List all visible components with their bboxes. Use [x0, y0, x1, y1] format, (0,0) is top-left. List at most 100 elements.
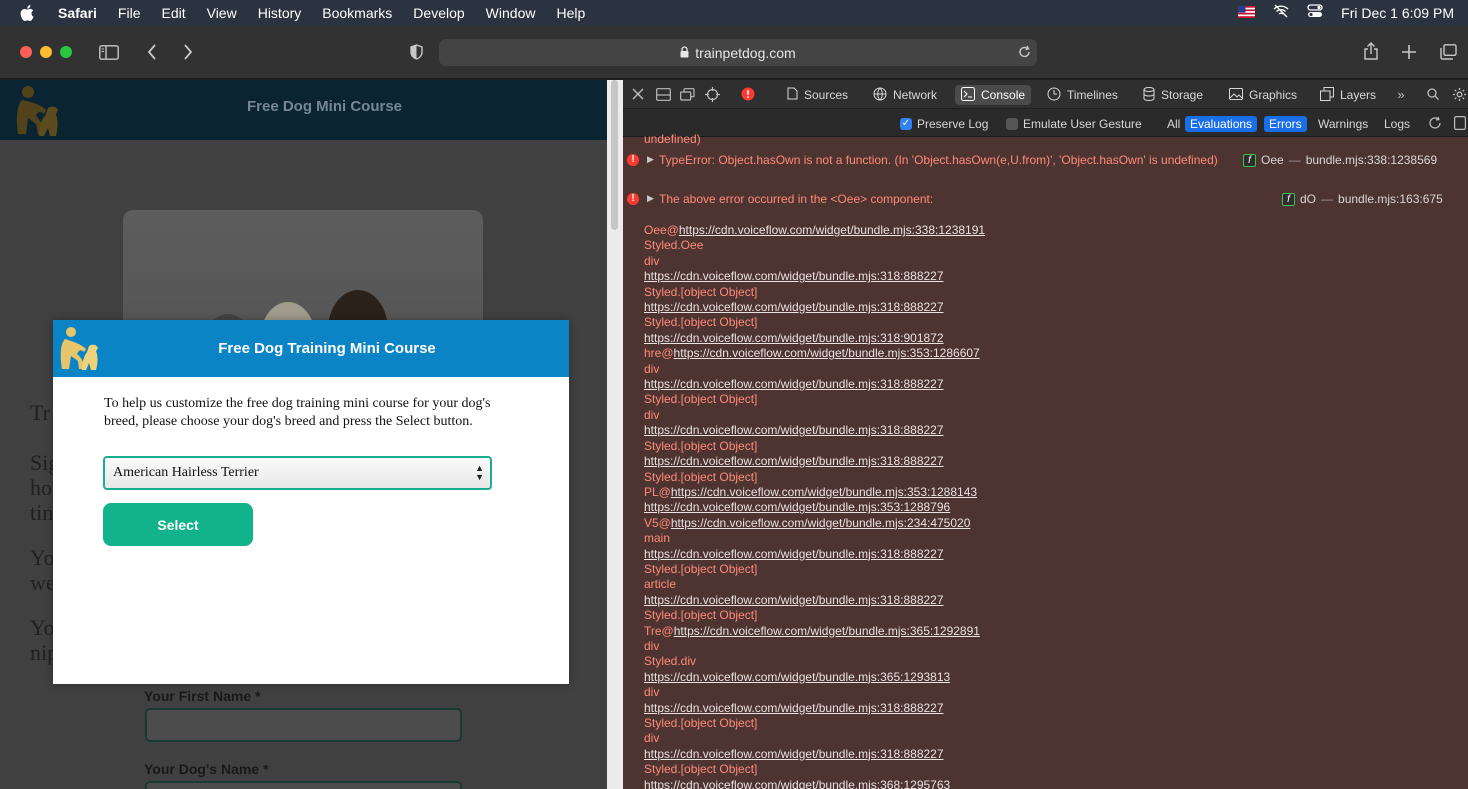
stack-trace-line[interactable]: https://cdn.voiceflow.com/widget/bundle.… [644, 331, 985, 346]
stack-trace-link[interactable]: https://cdn.voiceflow.com/widget/bundle.… [644, 300, 944, 314]
scrollbar-thumb[interactable] [611, 80, 618, 230]
share-icon[interactable] [1362, 41, 1380, 61]
tab-network[interactable]: Network [867, 85, 943, 105]
minimize-window-button[interactable] [40, 46, 52, 58]
stack-trace-link[interactable]: https://cdn.voiceflow.com/widget/bundle.… [644, 500, 950, 514]
address-bar[interactable]: trainpetdog.com [439, 39, 1037, 66]
element-picker-icon[interactable] [704, 86, 720, 102]
filter-logs[interactable]: Logs [1379, 115, 1415, 132]
stack-trace-link[interactable]: https://cdn.voiceflow.com/widget/bundle.… [674, 346, 980, 360]
tab-timelines[interactable]: Timelines [1041, 85, 1124, 105]
back-icon[interactable] [144, 42, 160, 62]
stack-trace-line[interactable]: https://cdn.voiceflow.com/widget/bundle.… [644, 778, 985, 789]
us-flag-icon[interactable] [1238, 5, 1256, 21]
stack-trace-link[interactable]: https://cdn.voiceflow.com/widget/bundle.… [679, 223, 985, 237]
breed-select[interactable]: American Hairless Terrier ▲ ▼ [103, 456, 492, 490]
stack-trace-line[interactable]: https://cdn.voiceflow.com/widget/bundle.… [644, 300, 985, 315]
stack-trace-line[interactable]: Tre@https://cdn.voiceflow.com/widget/bun… [644, 624, 985, 639]
console-error-message[interactable]: ! ▶ The above error occurred in the <Oee… [623, 190, 1468, 218]
stack-trace-line[interactable]: https://cdn.voiceflow.com/widget/bundle.… [644, 423, 985, 438]
close-window-button[interactable] [20, 46, 32, 58]
tab-sources[interactable]: Sources [781, 85, 854, 105]
menu-app-safari[interactable]: Safari [58, 5, 97, 21]
stack-trace-line[interactable]: https://cdn.voiceflow.com/widget/bundle.… [644, 377, 985, 392]
tab-graphics[interactable]: Graphics [1223, 85, 1303, 105]
new-tab-icon[interactable] [1400, 42, 1418, 62]
tab-overview-icon[interactable] [1438, 42, 1458, 62]
console-text-fragment: undefined) [644, 132, 701, 146]
stack-trace-link[interactable]: https://cdn.voiceflow.com/widget/bundle.… [644, 670, 950, 684]
console-error-message[interactable]: ! ▶ TypeError: Object.hasOwn is not a fu… [623, 151, 1468, 187]
detach-window-icon[interactable] [679, 87, 695, 101]
sidebar-toggle-icon[interactable] [98, 42, 120, 62]
stack-trace-line[interactable]: https://cdn.voiceflow.com/widget/bundle.… [644, 747, 985, 762]
error-source-link[interactable]: f Oee — bundle.mjs:338:1238569 [1243, 153, 1437, 167]
menu-develop[interactable]: Develop [413, 5, 464, 21]
stack-trace-link[interactable]: https://cdn.voiceflow.com/widget/bundle.… [644, 547, 944, 561]
filter-warnings[interactable]: Warnings [1313, 115, 1373, 132]
menubar-clock[interactable]: Fri Dec 1 6:09 PM [1341, 5, 1454, 21]
stack-trace-link[interactable]: https://cdn.voiceflow.com/widget/bundle.… [644, 269, 944, 283]
search-icon[interactable] [1426, 87, 1440, 101]
stack-trace-link[interactable]: https://cdn.voiceflow.com/widget/bundle.… [644, 778, 950, 789]
stack-trace-line[interactable]: https://cdn.voiceflow.com/widget/bundle.… [644, 454, 985, 469]
more-tabs-icon[interactable]: » [1394, 86, 1408, 102]
disclosure-triangle-icon[interactable]: ▶ [647, 154, 654, 165]
stack-trace-link[interactable]: https://cdn.voiceflow.com/widget/bundle.… [644, 593, 944, 607]
stack-trace-link[interactable]: https://cdn.voiceflow.com/widget/bundle.… [674, 624, 980, 638]
checkmark-icon: ✓ [900, 117, 912, 130]
error-source-link[interactable]: f dO — bundle.mjs:163:675 [1282, 192, 1443, 206]
tab-console[interactable]: Console [955, 85, 1032, 105]
stack-trace-link[interactable]: https://cdn.voiceflow.com/widget/bundle.… [644, 423, 944, 437]
settings-gear-icon[interactable] [1451, 86, 1467, 102]
page-scrollbar[interactable] [607, 80, 623, 789]
stack-trace-line[interactable]: https://cdn.voiceflow.com/widget/bundle.… [644, 547, 985, 562]
menu-view[interactable]: View [207, 5, 237, 21]
stack-trace-link[interactable]: https://cdn.voiceflow.com/widget/bundle.… [644, 701, 944, 715]
stack-trace-link[interactable]: https://cdn.voiceflow.com/widget/bundle.… [671, 485, 977, 499]
stack-trace-line[interactable]: https://cdn.voiceflow.com/widget/bundle.… [644, 593, 985, 608]
apple-menu-icon[interactable] [20, 4, 34, 21]
dock-bottom-icon[interactable] [655, 87, 671, 101]
console-options-icon[interactable] [1453, 115, 1467, 131]
menu-history[interactable]: History [258, 5, 302, 21]
filter-all[interactable]: All [1162, 115, 1185, 132]
privacy-shield-icon[interactable] [408, 42, 424, 62]
stack-trace-line[interactable]: PL@https://cdn.voiceflow.com/widget/bund… [644, 485, 985, 500]
filter-evaluations[interactable]: Evaluations [1185, 115, 1258, 132]
wifi-off-icon[interactable] [1273, 4, 1289, 21]
stack-trace-link[interactable]: https://cdn.voiceflow.com/widget/bundle.… [644, 747, 944, 761]
stack-trace-line: Styled.[object Object] [644, 608, 758, 623]
stack-trace-link[interactable]: https://cdn.voiceflow.com/widget/bundle.… [644, 377, 944, 391]
stack-trace-line: Styled.[object Object] [644, 469, 758, 484]
stack-trace-line[interactable]: https://cdn.voiceflow.com/widget/bundle.… [644, 701, 985, 716]
menu-help[interactable]: Help [556, 5, 585, 21]
stack-trace-line[interactable]: https://cdn.voiceflow.com/widget/bundle.… [644, 269, 985, 284]
zoom-window-button[interactable] [60, 46, 72, 58]
stack-trace-line[interactable]: V5@https://cdn.voiceflow.com/widget/bund… [644, 516, 985, 531]
tab-layers[interactable]: Layers [1314, 85, 1382, 105]
stack-trace-link[interactable]: https://cdn.voiceflow.com/widget/bundle.… [644, 331, 944, 345]
stack-trace-line[interactable]: https://cdn.voiceflow.com/widget/bundle.… [644, 500, 985, 515]
stack-trace-line[interactable]: https://cdn.voiceflow.com/widget/bundle.… [644, 670, 985, 685]
tab-storage[interactable]: Storage [1137, 85, 1209, 105]
menu-bookmarks[interactable]: Bookmarks [322, 5, 392, 21]
reload-icon[interactable] [1016, 43, 1032, 61]
stack-trace-line[interactable]: Oee@https://cdn.voiceflow.com/widget/bun… [644, 223, 985, 238]
menu-window[interactable]: Window [486, 5, 536, 21]
stack-trace-link[interactable]: https://cdn.voiceflow.com/widget/bundle.… [644, 454, 944, 468]
menu-file[interactable]: File [118, 5, 141, 21]
select-button[interactable]: Select [103, 503, 253, 546]
control-center-icon[interactable] [1307, 4, 1323, 21]
preserve-log-checkbox[interactable]: ✓ Preserve Log [900, 115, 988, 132]
stack-trace-link[interactable]: https://cdn.voiceflow.com/widget/bundle.… [671, 516, 971, 530]
close-inspector-icon[interactable] [631, 87, 645, 101]
stack-trace-line[interactable]: hre@https://cdn.voiceflow.com/widget/bun… [644, 346, 985, 361]
disclosure-triangle-icon[interactable]: ▶ [647, 193, 654, 204]
menu-edit[interactable]: Edit [161, 5, 185, 21]
filter-errors[interactable]: Errors [1264, 115, 1307, 132]
clear-console-icon[interactable] [1427, 115, 1443, 131]
forward-icon[interactable] [180, 42, 196, 62]
emulate-gesture-checkbox[interactable]: Emulate User Gesture [1006, 115, 1142, 132]
error-count-icon[interactable] [741, 87, 755, 101]
